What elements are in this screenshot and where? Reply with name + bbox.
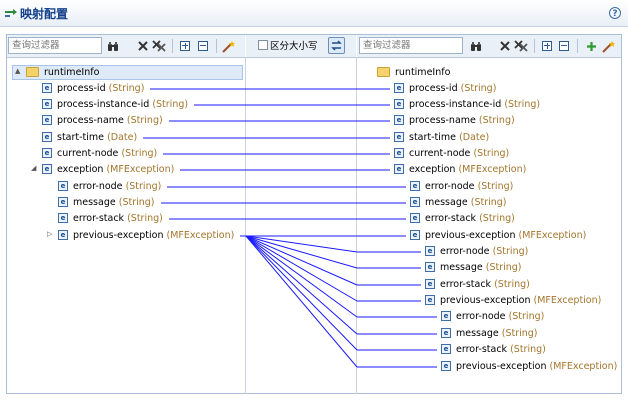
mapping-lines [143,88,437,368]
mapping-line[interactable] [240,235,421,253]
